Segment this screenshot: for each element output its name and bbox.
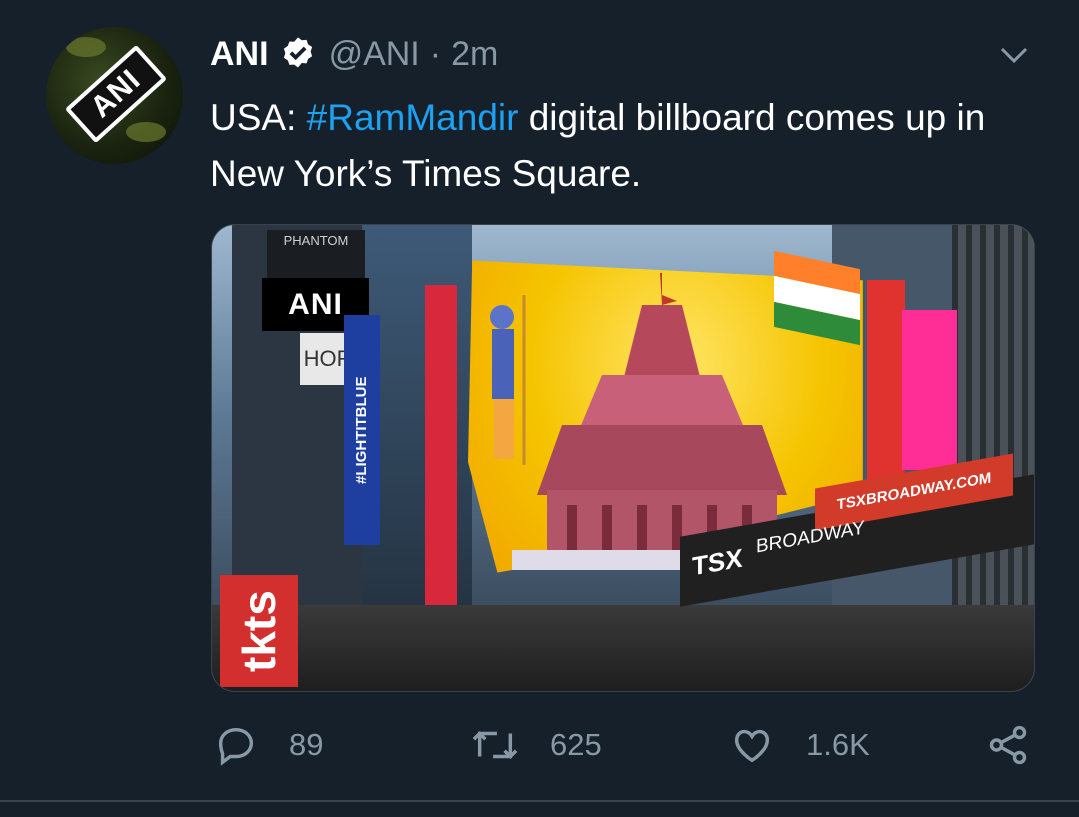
street-level xyxy=(212,605,1034,691)
reply-button[interactable]: 89 xyxy=(213,720,323,770)
separator-dot: · xyxy=(429,34,442,73)
tweet-image[interactable]: PHANTOM ANI HORR #LIGHTITBLUE tkts TSXBR… xyxy=(211,224,1035,692)
tweet-text-prefix: USA: xyxy=(210,97,307,138)
red-sign xyxy=(867,280,905,490)
avatar-background xyxy=(126,122,166,142)
hashtag-link[interactable]: #RamMandir xyxy=(307,97,519,138)
verified-icon xyxy=(283,37,312,68)
tkts-sign: tkts xyxy=(220,575,298,687)
timestamp[interactable]: 2m xyxy=(451,35,498,74)
red-sign xyxy=(425,285,457,625)
pink-sign xyxy=(902,310,957,470)
like-count: 1.6K xyxy=(806,727,870,762)
tweet-header: ANI @ANI · 2m xyxy=(210,32,498,76)
chevron-down-icon[interactable] xyxy=(994,40,1034,70)
share-icon xyxy=(989,725,1027,765)
tweet-text: USA: #RamMandir digital billboard comes … xyxy=(210,90,1030,202)
like-icon xyxy=(734,729,770,763)
tsx-billboard: TSXBROADWAY.COM TSX BROADWAY xyxy=(680,453,1034,607)
divider xyxy=(0,800,1079,802)
avatar[interactable]: ANI xyxy=(46,27,183,164)
retweet-button[interactable]: 625 xyxy=(470,720,602,770)
avatar-background xyxy=(66,37,106,57)
author-name[interactable]: ANI xyxy=(210,35,269,74)
retweet-count: 625 xyxy=(550,727,602,762)
reply-count: 89 xyxy=(289,727,324,762)
deity-figure xyxy=(490,295,526,465)
retweet-icon xyxy=(472,731,518,759)
phantom-sign: PHANTOM xyxy=(267,230,365,278)
share-button[interactable] xyxy=(985,720,1061,770)
tweet-actions: 89 625 1.6K xyxy=(0,720,1079,770)
lightitblue-sign: #LIGHTITBLUE xyxy=(344,315,380,545)
reply-icon xyxy=(218,727,254,766)
like-button[interactable]: 1.6K xyxy=(728,720,870,770)
author-handle[interactable]: @ANI xyxy=(329,35,420,74)
